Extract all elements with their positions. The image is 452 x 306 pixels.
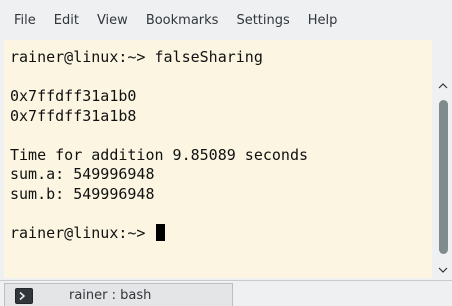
menu-edit[interactable]: Edit bbox=[54, 13, 79, 28]
vertical-scrollbar[interactable] bbox=[434, 40, 452, 278]
terminal-line: Time for addition 9.85089 seconds bbox=[10, 145, 309, 164]
tab-label: rainer : bash bbox=[69, 288, 152, 303]
terminal-icon bbox=[15, 287, 33, 304]
terminal-area[interactable]: rainer@linux:~> falseSharing 0x7ffdff31a… bbox=[4, 40, 432, 278]
konsole-window: File Edit View Bookmarks Settings Help r… bbox=[0, 0, 452, 306]
terminal-line: 0x7ffdff31a1b8 bbox=[10, 106, 137, 125]
menu-file[interactable]: File bbox=[14, 13, 36, 28]
prompt-text: rainer@linux:~> bbox=[10, 223, 155, 242]
chevron-up-icon bbox=[438, 83, 448, 89]
chevron-down-icon bbox=[438, 267, 448, 273]
menu-bookmarks[interactable]: Bookmarks bbox=[146, 13, 219, 28]
menu-help[interactable]: Help bbox=[308, 13, 338, 28]
menu-bar: File Edit View Bookmarks Settings Help bbox=[0, 0, 452, 40]
text-cursor bbox=[155, 223, 165, 241]
scroll-up-arrow[interactable] bbox=[434, 78, 452, 94]
terminal-line: 0x7ffdff31a1b0 bbox=[10, 87, 137, 105]
terminal-line: sum.b: 549996948 bbox=[10, 184, 155, 203]
terminal-output: rainer@linux:~> falseSharing 0x7ffdff31a… bbox=[10, 48, 308, 243]
menu-settings[interactable]: Settings bbox=[236, 13, 289, 28]
tab-bar: rainer : bash bbox=[0, 280, 452, 306]
scroll-thumb[interactable] bbox=[439, 100, 448, 254]
menu-view[interactable]: View bbox=[97, 13, 128, 28]
terminal-line: sum.a: 549996948 bbox=[10, 165, 155, 183]
tab-rainer-bash[interactable]: rainer : bash bbox=[4, 283, 233, 306]
terminal-line: rainer@linux:~> falseSharing bbox=[10, 48, 263, 66]
terminal-prompt-line: rainer@linux:~> bbox=[10, 223, 308, 244]
scroll-down-arrow[interactable] bbox=[434, 262, 452, 278]
